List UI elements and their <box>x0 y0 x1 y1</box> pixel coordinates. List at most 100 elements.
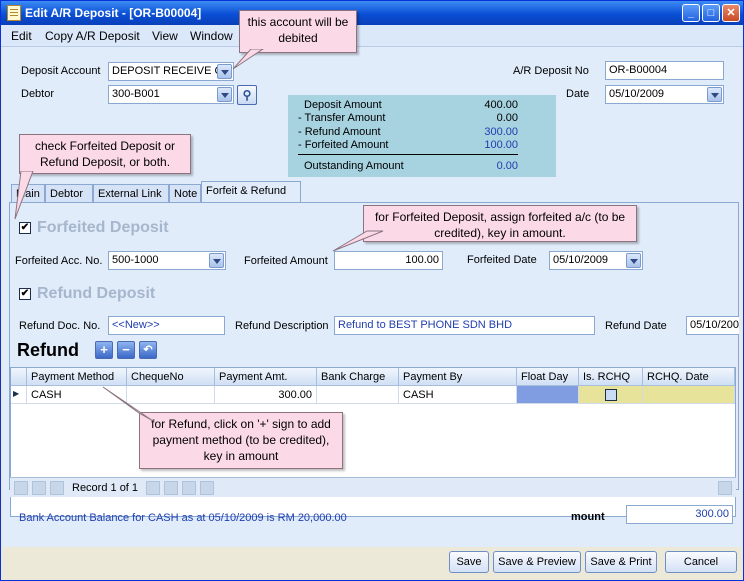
menu-bar: Edit Copy A/R Deposit View Window <box>1 25 743 47</box>
transfer-amount-label: - Transfer Amount <box>298 112 386 124</box>
next-page-button[interactable] <box>164 481 178 495</box>
title-bar: Edit A/R Deposit - [OR-B00004] _ □ ✕ <box>1 1 743 25</box>
menu-window[interactable]: Window <box>190 29 233 43</box>
cell-rchq-date[interactable] <box>643 386 735 404</box>
scroll-left-button[interactable] <box>200 481 214 495</box>
cell-payment-amt[interactable]: 300.00 <box>215 386 317 404</box>
col-cheque-no[interactable]: ChequeNo <box>127 368 215 386</box>
forfeited-amount-label: Forfeited Amount <box>244 255 328 267</box>
tab-external-link[interactable]: External Link <box>93 184 169 203</box>
outstanding-amount-label: Outstanding Amount <box>304 160 404 172</box>
callout-forfeit-pointer <box>332 230 384 252</box>
first-record-button[interactable] <box>14 481 28 495</box>
refund-doc-field[interactable]: <<New>> <box>108 316 225 335</box>
remove-payment-button[interactable]: − <box>117 341 135 359</box>
row-indicator-icon: ▶ <box>11 386 27 404</box>
col-payment-by[interactable]: Payment By <box>399 368 517 386</box>
refund-deposit-checkbox[interactable]: ✔ <box>19 288 31 300</box>
debtor-value: 300-B001 <box>112 88 160 100</box>
forfeited-date-picker[interactable]: 05/10/2009 <box>549 251 643 270</box>
refund-description-field[interactable]: Refund to BEST PHONE SDN BHD <box>334 316 595 335</box>
cell-bank-charge[interactable] <box>317 386 399 404</box>
tab-forfeit-refund[interactable]: Forfeit & Refund <box>201 181 301 203</box>
tab-note[interactable]: Note <box>169 184 201 203</box>
callout-forfeit: for Forfeited Deposit, assign forfeited … <box>363 205 637 242</box>
col-bank-charge[interactable]: Bank Charge <box>317 368 399 386</box>
refund-grid-title: Refund <box>17 340 79 360</box>
undo-button[interactable]: ↶ <box>139 341 157 359</box>
col-rchq-date[interactable]: RCHQ. Date <box>643 368 735 386</box>
col-is-rchq[interactable]: Is. RCHQ <box>579 368 643 386</box>
col-payment-amt[interactable]: Payment Amt. <box>215 368 317 386</box>
col-float-day[interactable]: Float Day <box>517 368 579 386</box>
bank-balance-text: Bank Account Balance for CASH as at 05/1… <box>19 512 347 524</box>
callout-refund-pointer <box>102 386 154 422</box>
outstanding-amount-value: 0.00 <box>496 160 518 172</box>
col-payment-method[interactable]: Payment Method <box>27 368 127 386</box>
document-icon <box>7 5 21 21</box>
total-amount-field[interactable]: 300.00 <box>626 505 733 524</box>
save-button[interactable]: Save <box>449 551 489 573</box>
forfeited-acc-value: 500-1000 <box>112 254 159 266</box>
callout-debit-pointer <box>232 49 264 70</box>
forfeited-date-value: 05/10/2009 <box>553 254 609 266</box>
prev-page-button[interactable] <box>32 481 46 495</box>
scroll-right-button[interactable] <box>718 481 732 495</box>
search-icon[interactable]: ⚲ <box>237 85 257 105</box>
chevron-down-icon[interactable] <box>626 253 641 268</box>
window-title: Edit A/R Deposit - [OR-B00004] <box>25 6 202 20</box>
record-count: Record 1 of 1 <box>72 482 139 494</box>
refund-amount-value: 300.00 <box>484 126 518 138</box>
chevron-down-icon[interactable] <box>707 87 722 102</box>
total-amount-label: mount <box>571 511 605 523</box>
cell-payment-by[interactable]: CASH <box>399 386 517 404</box>
refund-date-picker[interactable]: 05/10/200 <box>686 316 739 335</box>
refund-amount-label: - Refund Amount <box>298 126 381 138</box>
deposit-summary: Deposit Amount 400.00 - Transfer Amount … <box>288 95 556 177</box>
save-preview-button[interactable]: Save & Preview <box>493 551 581 573</box>
prev-record-button[interactable] <box>50 481 64 495</box>
minimize-button[interactable]: _ <box>682 4 700 22</box>
chevron-down-icon[interactable] <box>217 64 232 79</box>
deposit-account-combo[interactable]: DEPOSIT RECEIVE CH <box>108 62 234 81</box>
deposit-no-label: A/R Deposit No <box>513 65 589 77</box>
forfeited-deposit-checkbox[interactable]: ✔ <box>19 222 31 234</box>
maximize-button[interactable]: □ <box>702 4 720 22</box>
deposit-amount-label: Deposit Amount <box>304 99 382 111</box>
callout-check-sections: check Forfeited Deposit or Refund Deposi… <box>19 134 191 174</box>
debtor-combo[interactable]: 300-B001 <box>108 85 234 104</box>
date-picker[interactable]: 05/10/2009 <box>605 85 724 104</box>
refund-description-label: Refund Description <box>235 320 329 332</box>
transfer-amount-value: 0.00 <box>496 112 518 124</box>
forfeited-amount-value: 100.00 <box>484 139 518 151</box>
summary-divider <box>298 154 518 155</box>
forfeited-acc-combo[interactable]: 500-1000 <box>108 251 226 270</box>
cell-float-day[interactable] <box>517 386 579 404</box>
menu-edit[interactable]: Edit <box>11 29 32 43</box>
deposit-amount-value: 400.00 <box>484 99 518 111</box>
edit-ar-deposit-window: Edit A/R Deposit - [OR-B00004] _ □ ✕ Edi… <box>0 0 744 581</box>
date-value: 05/10/2009 <box>609 88 665 100</box>
chevron-down-icon[interactable] <box>209 253 224 268</box>
menu-view[interactable]: View <box>152 29 178 43</box>
last-record-button[interactable] <box>182 481 196 495</box>
record-navigator: Record 1 of 1 <box>10 477 736 497</box>
close-button[interactable]: ✕ <box>722 4 740 22</box>
chevron-down-icon[interactable] <box>217 87 232 102</box>
callout-refund: for Refund, click on '+' sign to add pay… <box>139 412 343 469</box>
refund-doc-label: Refund Doc. No. <box>19 320 101 332</box>
cancel-button[interactable]: Cancel <box>665 551 737 573</box>
menu-copy-deposit[interactable]: Copy A/R Deposit <box>45 29 140 43</box>
save-print-button[interactable]: Save & Print <box>585 551 657 573</box>
add-payment-button[interactable]: + <box>95 341 113 359</box>
forfeited-date-label: Forfeited Date <box>467 254 537 266</box>
date-label: Date <box>566 88 590 100</box>
main-panel: Deposit Account DEPOSIT RECEIVE CH Debto… <box>3 47 741 547</box>
debtor-label: Debtor <box>21 88 55 100</box>
next-record-button[interactable] <box>146 481 160 495</box>
deposit-account-label: Deposit Account <box>21 65 101 77</box>
cell-is-rchq[interactable] <box>579 386 643 404</box>
deposit-no-field[interactable]: OR-B00004 <box>605 61 724 80</box>
refund-date-label: Refund Date <box>605 320 667 332</box>
is-rchq-checkbox[interactable] <box>605 389 617 401</box>
